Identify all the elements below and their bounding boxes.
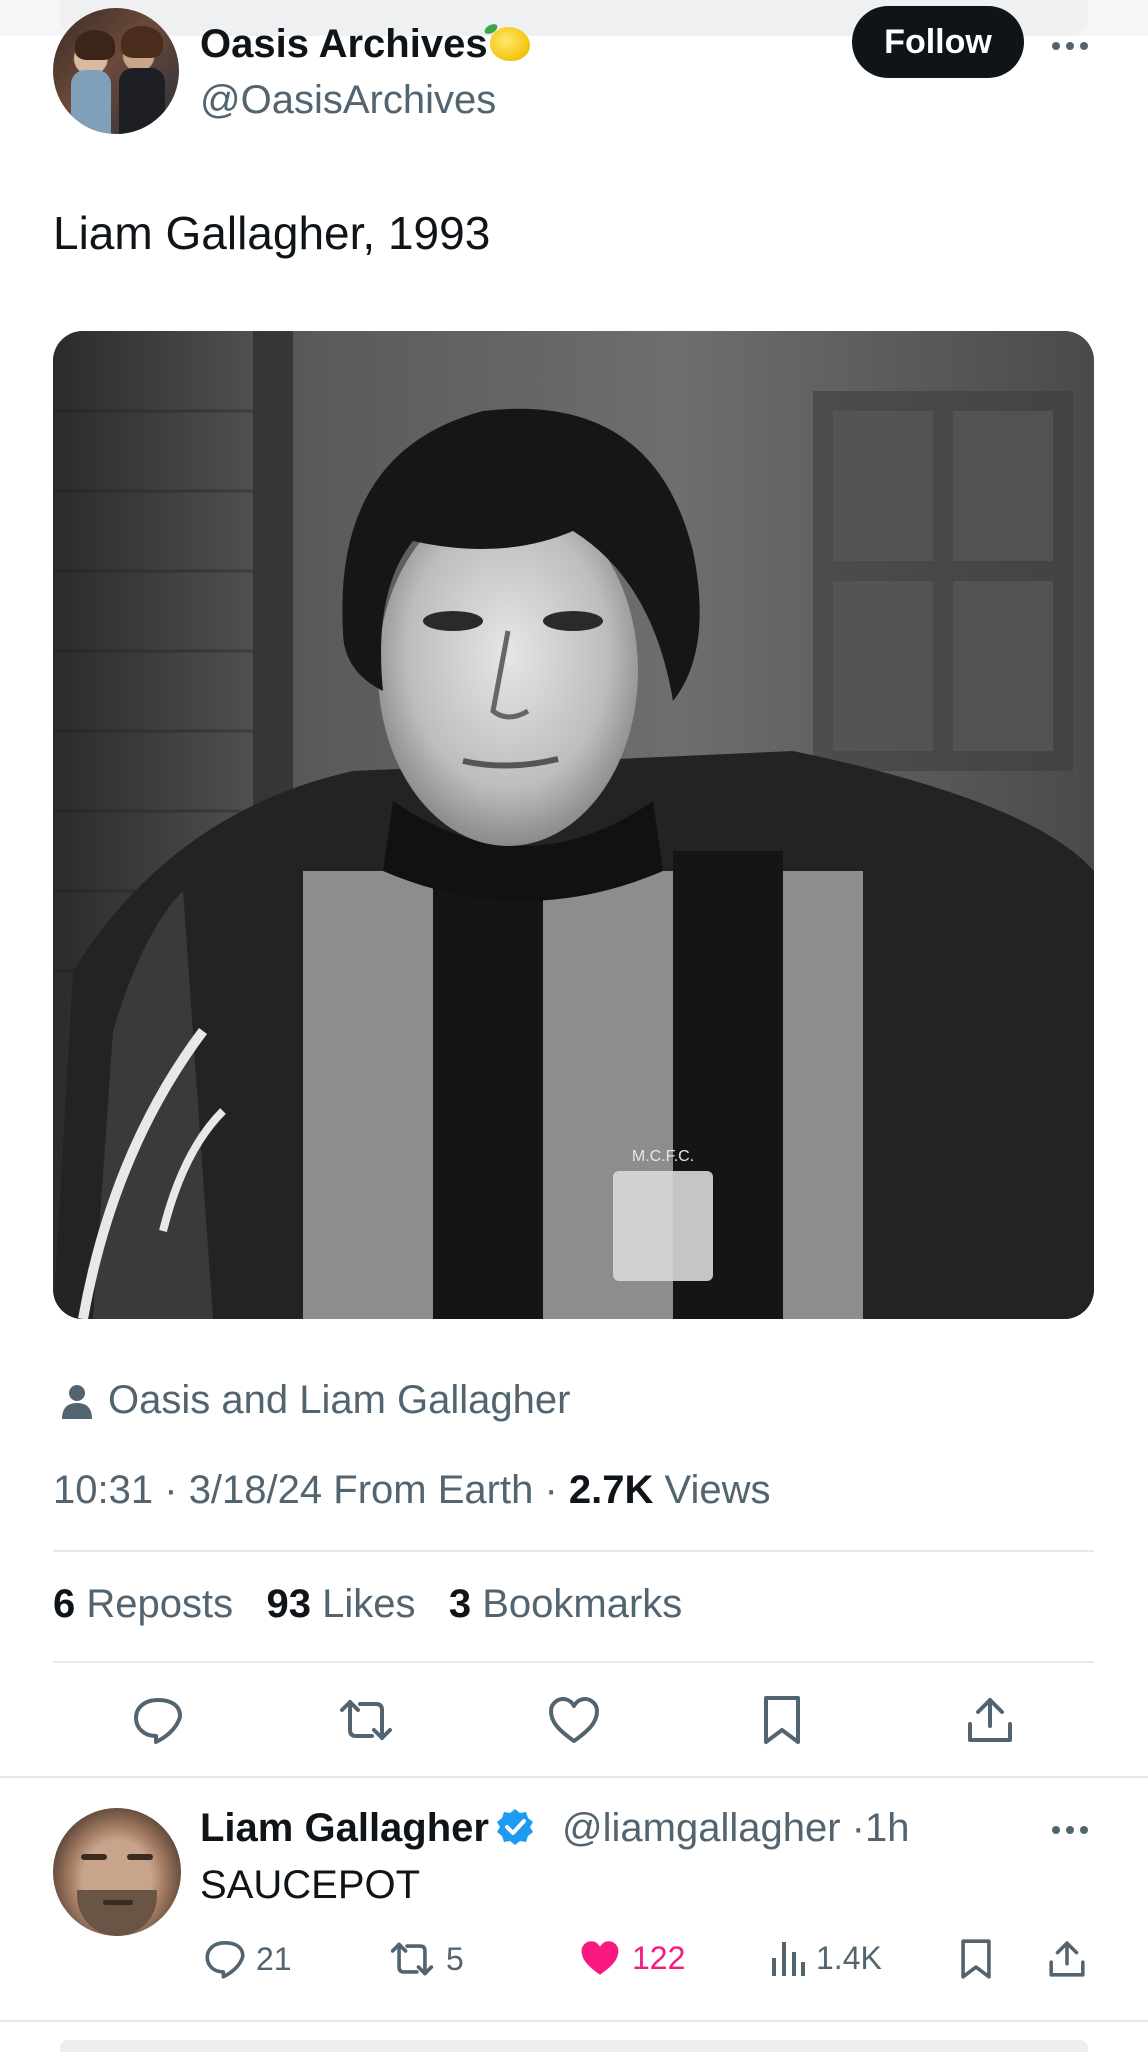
avatar-detail: [127, 1854, 153, 1860]
avatar-detail: [77, 1890, 157, 1936]
bookmarks-label: Bookmarks: [482, 1582, 683, 1626]
likes-stat[interactable]: 93 Likes: [266, 1582, 415, 1626]
bookmark-icon: [961, 1939, 991, 1979]
follow-button[interactable]: Follow: [852, 6, 1024, 78]
reply-actions: 21 5 122 1.4K: [0, 1934, 1148, 1984]
likes-label: Likes: [322, 1582, 416, 1626]
more-dots-icon[interactable]: [1052, 1826, 1088, 1834]
avatar-detail: [103, 1900, 133, 1905]
separator-dot: ·: [851, 1806, 865, 1850]
share-upload-icon: [968, 1698, 1012, 1742]
tweet-photo[interactable]: M.C.F.C.: [53, 331, 1094, 1319]
avatar-detail: [119, 68, 165, 134]
tagged-people-label: Oasis and Liam Gallagher: [108, 1378, 571, 1422]
separator-dot: ·: [164, 1468, 178, 1512]
divider: [53, 1661, 1094, 1663]
more-dots-icon[interactable]: [1052, 42, 1088, 50]
likes-count: 93: [266, 1582, 311, 1626]
repost-button[interactable]: [336, 1690, 396, 1750]
bookmark-icon: [764, 1696, 800, 1744]
tweet-meta: 10:31 · 3/18/24 From Earth · 2.7K Views: [53, 1468, 771, 1513]
reply-views-button[interactable]: 1.4K: [770, 1938, 882, 1978]
reply-share-button[interactable]: [1048, 1938, 1086, 1980]
author-name[interactable]: Oasis Archives: [200, 22, 488, 66]
heart-filled-icon: [581, 1941, 619, 1975]
share-upload-icon: [1049, 1941, 1085, 1977]
bookmark-button[interactable]: [752, 1690, 812, 1750]
avatar-detail: [81, 1854, 107, 1860]
like-button[interactable]: [544, 1690, 604, 1750]
bookmarks-stat[interactable]: 3 Bookmarks: [449, 1582, 682, 1626]
reply-author-name[interactable]: Liam Gallagher: [200, 1806, 489, 1850]
avatar-detail: [75, 30, 115, 60]
tweet-time[interactable]: 10:31: [53, 1468, 153, 1512]
reply-author-name-row[interactable]: Liam Gallagher: [200, 1806, 535, 1851]
reply-author-avatar[interactable]: [53, 1808, 181, 1936]
reply-time[interactable]: 1h: [865, 1806, 910, 1850]
reply-bookmark-button[interactable]: [958, 1938, 994, 1980]
author-name-row[interactable]: Oasis Archives: [200, 22, 530, 67]
reposts-count: 6: [53, 1582, 76, 1626]
avatar-detail: [121, 26, 163, 58]
reply-repost-count: 5: [446, 1940, 464, 1977]
verified-badge-icon: [496, 1809, 533, 1845]
repost-icon: [390, 1942, 434, 1976]
repost-icon: [340, 1700, 392, 1740]
lemon-emoji-icon: [489, 27, 530, 61]
reply-author-handle[interactable]: @liamgallagher: [562, 1806, 841, 1850]
reply-repost-button[interactable]: 5: [388, 1938, 464, 1980]
divider: [0, 2020, 1148, 2022]
bottom-overlay: [60, 2040, 1088, 2052]
reply-handle-row: @liamgallagher ·1h: [562, 1806, 909, 1851]
reply-button[interactable]: [128, 1690, 188, 1750]
tweet-text: Liam Gallagher, 1993: [53, 207, 491, 259]
bookmarks-count: 3: [448, 1582, 472, 1626]
comment-bubble-icon: [134, 1698, 182, 1744]
tagged-people[interactable]: Oasis and Liam Gallagher: [60, 1378, 570, 1423]
reposts-stat[interactable]: 6 Reposts: [53, 1582, 233, 1626]
photo-illustration: M.C.F.C.: [53, 331, 1094, 1319]
heart-icon: [549, 1697, 599, 1743]
svg-text:M.C.F.C.: M.C.F.C.: [632, 1148, 694, 1165]
author-avatar[interactable]: [53, 8, 179, 134]
reposts-label: Reposts: [86, 1582, 234, 1626]
tweet-source: From Earth: [333, 1468, 534, 1512]
views-label: Views: [664, 1468, 771, 1512]
separator-dot: ·: [544, 1468, 558, 1512]
share-button[interactable]: [960, 1690, 1020, 1750]
reply-comment-count: 21: [256, 1940, 292, 1977]
reply-text: SAUCEPOT: [200, 1863, 421, 1907]
person-icon: [62, 1384, 92, 1419]
reply-like-button[interactable]: 122: [578, 1938, 685, 1978]
tweet-date[interactable]: 3/18/24: [189, 1468, 322, 1512]
avatar-detail: [71, 70, 111, 134]
bar-chart-icon: [772, 1942, 805, 1976]
views-count: 2.7K: [568, 1468, 654, 1512]
reply-views-count: 1.4K: [816, 1939, 882, 1976]
divider: [53, 1550, 1094, 1552]
engagement-stats: 6 Reposts 93 Likes 3 Bookmarks: [53, 1582, 682, 1627]
author-handle[interactable]: @OasisArchives: [200, 78, 496, 123]
comment-bubble-icon: [205, 1941, 245, 1979]
reply-like-count: 122: [632, 1939, 686, 1976]
reply-comment-button[interactable]: 21: [204, 1938, 292, 1980]
divider: [0, 1776, 1148, 1778]
